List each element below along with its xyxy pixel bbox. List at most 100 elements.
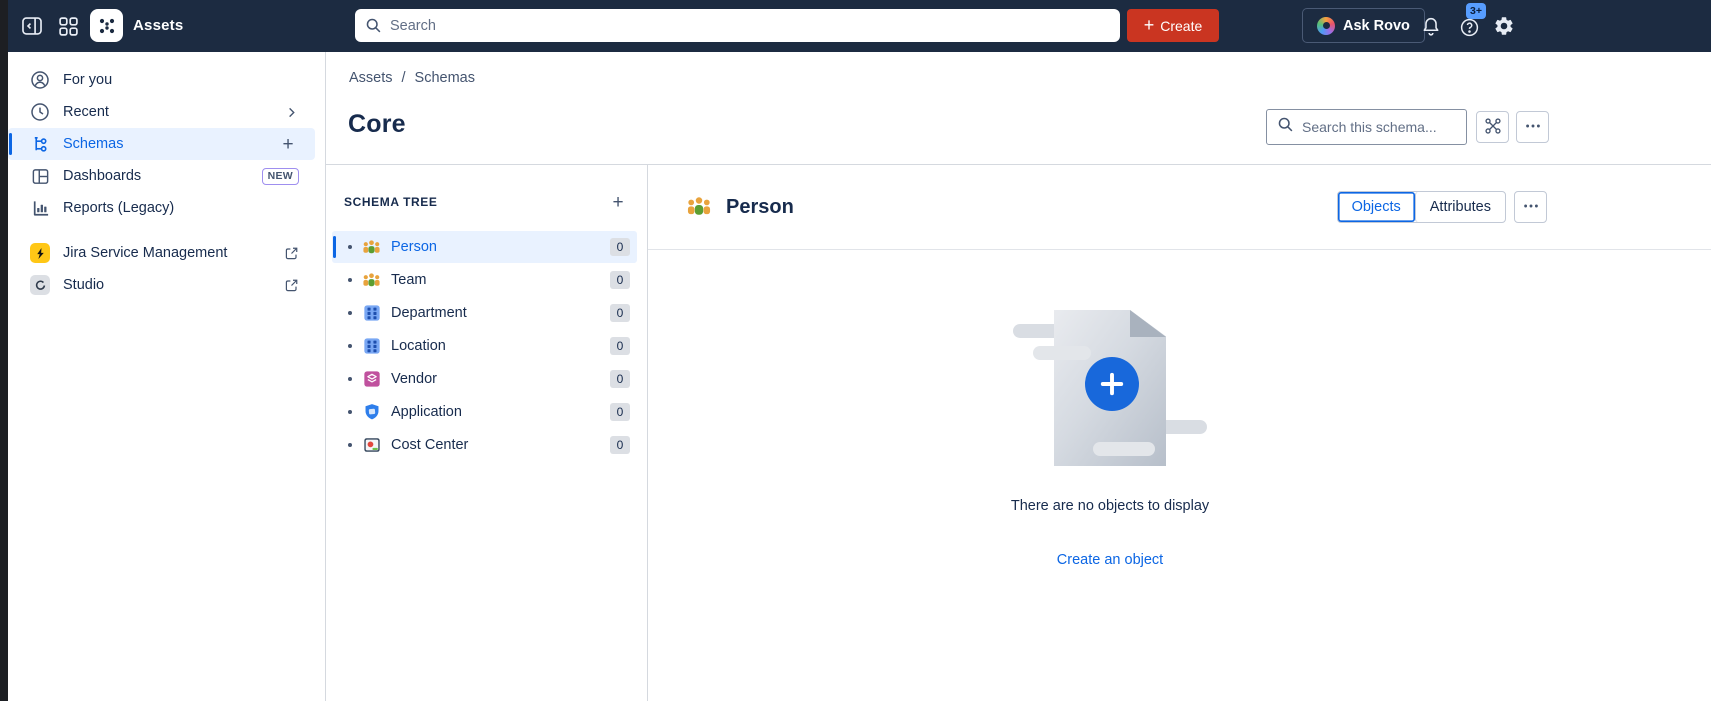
add-schema-button[interactable]: + (277, 133, 299, 155)
top-navigation: Assets + Create Ask Rovo (0, 0, 1711, 52)
shield-icon (362, 403, 381, 422)
new-badge: NEW (262, 168, 299, 185)
schema-search[interactable] (1266, 109, 1467, 145)
object-type-title: Person (726, 196, 794, 219)
jira-service-management-logo (30, 243, 50, 263)
help-icon (1459, 17, 1480, 38)
building-icon (362, 304, 381, 323)
help-button[interactable]: 3+ (1456, 14, 1482, 40)
tab-objects[interactable]: Objects (1338, 192, 1415, 222)
breadcrumb: Assets / Schemas (349, 70, 475, 86)
tree-item-cost-center[interactable]: Cost Center 0 (332, 429, 637, 461)
ellipsis-icon (1522, 197, 1540, 218)
object-type-header: Person Objects Attributes (648, 165, 1711, 250)
sidebar-item-label: Studio (63, 277, 104, 293)
view-tabs: Objects Attributes (1337, 191, 1506, 223)
sidebar-toggle-button[interactable] (19, 13, 45, 39)
bullet-icon (348, 443, 352, 447)
create-button[interactable]: + Create (1127, 9, 1219, 42)
tree-item-application[interactable]: Application 0 (332, 396, 637, 428)
create-object-link[interactable]: Create an object (1057, 552, 1163, 568)
schema-search-input[interactable] (1302, 119, 1456, 135)
ask-rovo-label: Ask Rovo (1343, 18, 1410, 34)
tree-item-location[interactable]: Location 0 (332, 330, 637, 362)
sidebar-item-dashboards[interactable]: Dashboards NEW (8, 160, 315, 192)
search-icon (365, 17, 382, 34)
sidebar-item-label: Schemas (63, 136, 123, 152)
object-count-badge: 0 (610, 436, 630, 454)
sidebar-divider-gap (8, 224, 325, 237)
bullet-icon (348, 278, 352, 282)
plus-icon: + (1144, 16, 1155, 34)
help-badge: 3+ (1466, 3, 1486, 19)
assets-logo-icon (90, 9, 123, 42)
tree-item-label: Location (391, 338, 446, 354)
tree-item-label: Vendor (391, 371, 437, 387)
external-link-icon (284, 246, 299, 261)
bullet-icon (348, 245, 352, 249)
tree-item-team[interactable]: Team 0 (332, 264, 637, 296)
empty-state: There are no objects to display Create a… (648, 250, 1572, 569)
tree-item-vendor[interactable]: Vendor 0 (332, 363, 637, 395)
schema-header: Assets / Schemas Core (326, 52, 1711, 165)
people-icon (362, 271, 381, 290)
add-plus-icon (1085, 357, 1139, 411)
bullet-icon (348, 344, 352, 348)
tree-item-label: Person (391, 239, 437, 255)
global-search[interactable] (355, 9, 1120, 42)
object-type-list: Person 0 Team 0 (326, 231, 647, 461)
object-type-panel: Person Objects Attributes (648, 165, 1711, 701)
bullet-icon (348, 311, 352, 315)
breadcrumb-schemas[interactable]: Schemas (415, 70, 475, 86)
object-type-more-button[interactable] (1514, 191, 1547, 223)
sidebar-item-for-you[interactable]: For you (8, 64, 315, 96)
schema-tree-icon (30, 134, 50, 154)
add-object-type-button[interactable]: + (607, 191, 629, 213)
gear-icon (1493, 15, 1515, 37)
tree-item-department[interactable]: Department 0 (332, 297, 637, 329)
bell-icon (1420, 15, 1442, 37)
clock-icon (30, 102, 50, 122)
sidebar-item-jira-service-management[interactable]: Jira Service Management (8, 237, 315, 269)
empty-state-illustration (995, 308, 1225, 476)
empty-state-message: There are no objects to display (648, 498, 1572, 514)
tree-item-person[interactable]: Person 0 (332, 231, 637, 263)
tree-item-label: Application (391, 404, 462, 420)
studio-logo (30, 275, 50, 295)
settings-button[interactable] (1491, 13, 1517, 39)
graph-nodes-icon (1484, 117, 1502, 138)
app-title: Assets (133, 17, 183, 34)
notifications-button[interactable] (1418, 13, 1444, 39)
illustration-stripe (1093, 442, 1155, 456)
ask-rovo-button[interactable]: Ask Rovo (1302, 8, 1425, 43)
cost-center-icon (362, 436, 381, 455)
schema-more-button[interactable] (1516, 111, 1549, 143)
app-switcher-button[interactable] (55, 13, 81, 39)
object-graph-button[interactable] (1476, 111, 1509, 143)
sidebar-item-reports-legacy[interactable]: Reports (Legacy) (8, 192, 315, 224)
external-link-icon (284, 278, 299, 293)
sidebar-item-studio[interactable]: Studio (8, 269, 315, 301)
chevron-right-icon[interactable] (284, 105, 299, 120)
object-count-badge: 0 (610, 271, 630, 289)
global-search-input[interactable] (390, 18, 1110, 34)
dashboard-icon (30, 166, 50, 186)
tab-attributes[interactable]: Attributes (1415, 192, 1505, 222)
object-count-badge: 0 (610, 238, 630, 256)
sidebar-item-label: Dashboards (63, 168, 141, 184)
sidebar-item-schemas[interactable]: Schemas + (8, 128, 315, 160)
schema-tree-panel: SCHEMA TREE + Person 0 (326, 165, 648, 701)
bar-chart-icon (30, 198, 50, 218)
tree-item-label: Cost Center (391, 437, 468, 453)
breadcrumb-assets[interactable]: Assets (349, 70, 393, 86)
sidebar-item-label: Reports (Legacy) (63, 200, 174, 216)
search-icon (1277, 116, 1294, 138)
tree-item-label: Department (391, 305, 467, 321)
sidebar-item-recent[interactable]: Recent (8, 96, 315, 128)
assets-app-brand[interactable]: Assets (90, 9, 183, 42)
sidebar-item-label: Recent (63, 104, 109, 120)
page-title: Core (348, 110, 406, 139)
schema-tree-heading: SCHEMA TREE (344, 195, 438, 209)
sidebar-item-label: Jira Service Management (63, 245, 227, 261)
building-icon (362, 337, 381, 356)
